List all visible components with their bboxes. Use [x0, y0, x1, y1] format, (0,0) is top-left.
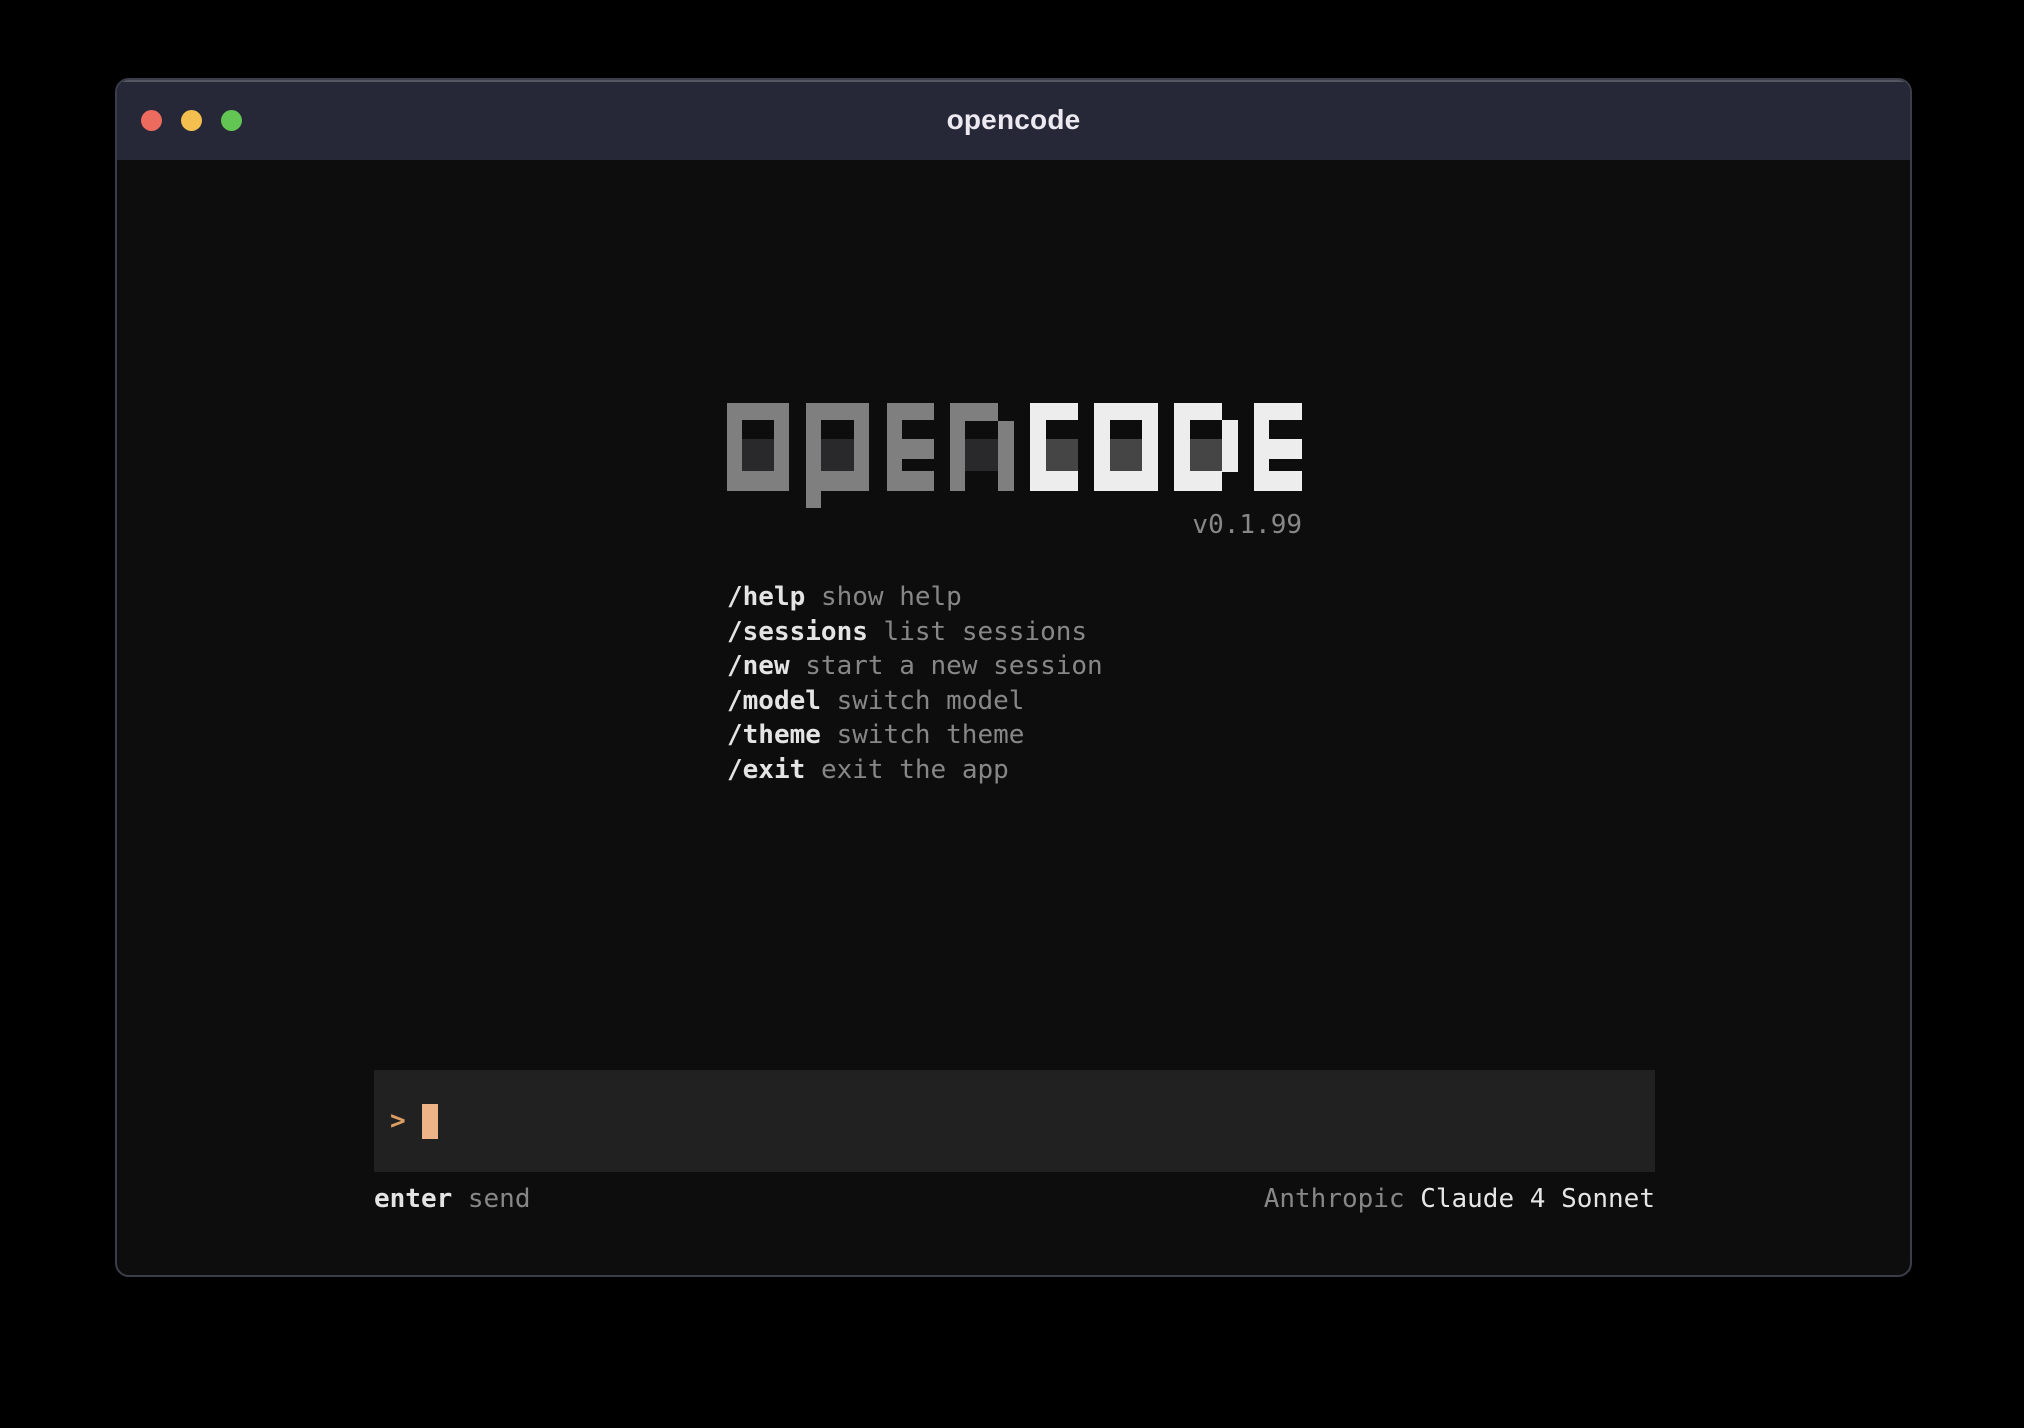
app-window: opencode	[115, 78, 1912, 1277]
keybind-action: send	[468, 1182, 531, 1216]
command-name: /theme	[727, 720, 821, 750]
zoom-button[interactable]	[221, 110, 242, 131]
command-desc: start a new session	[805, 651, 1102, 681]
prompt-chevron-icon: >	[390, 1106, 406, 1136]
model-indicator: Anthropic Claude 4 Sonnet	[1264, 1182, 1655, 1216]
command-row: /exit exit the app	[727, 753, 1103, 788]
command-desc: switch model	[837, 686, 1025, 716]
command-name: /help	[727, 582, 805, 612]
prompt-input[interactable]: >	[374, 1070, 1655, 1172]
close-button[interactable]	[141, 110, 162, 131]
text-cursor	[422, 1104, 438, 1139]
command-row: /model switch model	[727, 684, 1103, 719]
window-title: opencode	[947, 104, 1081, 136]
command-list: /help show help /sessions list sessions …	[727, 580, 1103, 787]
command-desc: show help	[821, 582, 962, 612]
keybind-hint: enter send	[374, 1182, 531, 1216]
provider-name: Anthropic	[1264, 1182, 1405, 1216]
command-name: /model	[727, 686, 821, 716]
command-row: /help show help	[727, 580, 1103, 615]
command-desc: exit the app	[821, 755, 1009, 785]
command-row: /theme switch theme	[727, 718, 1103, 753]
titlebar: opencode	[117, 80, 1910, 160]
status-bar: enter send Anthropic Claude 4 Sonnet	[374, 1182, 1655, 1216]
command-desc: switch theme	[837, 720, 1025, 750]
traffic-lights	[141, 80, 242, 160]
command-row: /new start a new session	[727, 649, 1103, 684]
command-name: /new	[727, 651, 790, 681]
minimize-button[interactable]	[181, 110, 202, 131]
opencode-logo-pixel-art	[727, 403, 1302, 508]
command-row: /sessions list sessions	[727, 615, 1103, 650]
version-label: v0.1.99	[727, 508, 1302, 542]
model-name: Claude 4 Sonnet	[1420, 1182, 1655, 1216]
command-name: /exit	[727, 755, 805, 785]
command-desc: list sessions	[884, 617, 1088, 647]
keybind-key: enter	[374, 1182, 452, 1216]
command-name: /sessions	[727, 617, 868, 647]
